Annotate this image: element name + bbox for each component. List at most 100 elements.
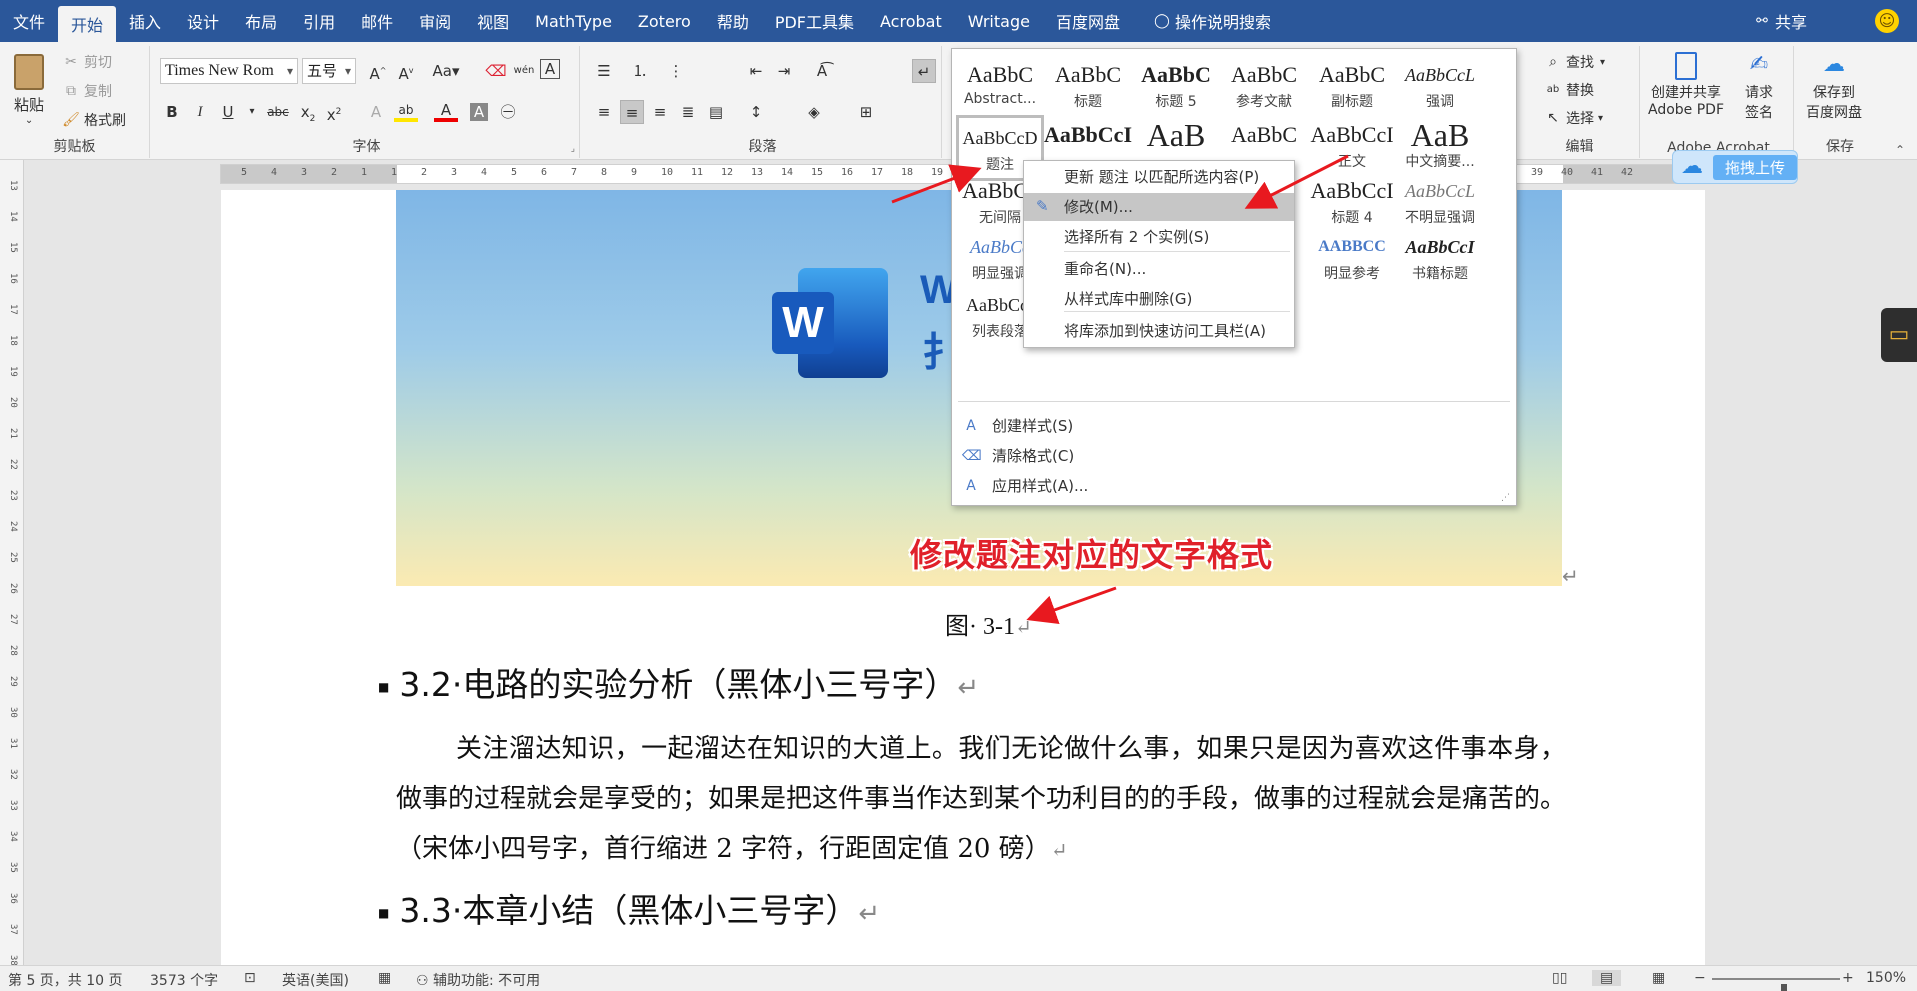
shading-icon[interactable]: ◈ — [802, 100, 826, 124]
change-case-icon[interactable]: Aa▾ — [430, 59, 462, 83]
collapse-ribbon-icon[interactable]: ⌃ — [1895, 143, 1905, 157]
copy-button[interactable]: ⧉ 复制 — [62, 81, 112, 101]
grow-font-icon[interactable]: A^ — [366, 59, 390, 83]
proofing-icon[interactable]: ⊡ — [244, 970, 256, 986]
word-count[interactable]: 3573 个字 — [150, 970, 218, 990]
find-button[interactable]: ⌕ 查找 ▾ — [1544, 52, 1605, 72]
page-count[interactable]: 第 5 页，共 10 页 — [8, 970, 123, 990]
web-layout-icon[interactable]: ▦ — [1652, 970, 1665, 986]
align-left-icon[interactable]: ≡ — [592, 100, 616, 124]
character-shading-icon[interactable]: A — [470, 103, 488, 121]
zoom-slider[interactable] — [1712, 978, 1840, 991]
resize-grip-icon[interactable]: ⋰ — [1501, 493, 1510, 503]
upload-widget[interactable]: ☁ 拖拽上传 — [1672, 150, 1798, 184]
shrink-font-icon[interactable]: Av — [394, 59, 418, 83]
menu-tab[interactable]: 视图 — [464, 0, 522, 42]
style-item[interactable]: AaBbC 副标题 — [1308, 55, 1396, 121]
menu-tab[interactable]: 百度网盘 — [1043, 0, 1133, 42]
text-effects-icon[interactable]: A — [364, 100, 388, 124]
decrease-indent-icon[interactable]: ⇤ — [744, 59, 768, 83]
menu-tab[interactable]: 开始 — [58, 6, 117, 42]
justify-icon[interactable]: ≣ — [676, 100, 700, 124]
font-color-icon[interactable]: A — [434, 100, 458, 122]
enclose-characters-icon[interactable]: ㊀ — [496, 100, 520, 124]
style-item[interactable]: AABBCC 明显参考 — [1308, 227, 1396, 293]
context-menu-item[interactable]: 修改(M)... — [1024, 193, 1294, 221]
clear-formatting-icon[interactable]: ⌫ — [484, 59, 508, 83]
font-name-combo[interactable]: Times New Rom — [160, 58, 298, 84]
show-marks-icon[interactable]: ↵ — [912, 59, 936, 83]
context-menu-item[interactable]: 从样式库中删除(G) — [1024, 285, 1294, 313]
cut-button[interactable]: ✂ 剪切 — [62, 52, 112, 72]
share-button[interactable]: ⚯ 共享 — [1753, 0, 1807, 42]
figure-caption[interactable]: 图· 3-1↵ — [945, 606, 1032, 641]
style-item[interactable]: AaBbCcL 强调 — [1396, 55, 1484, 121]
context-menu-item[interactable]: 选择所有 2 个实例(S) — [1024, 223, 1294, 251]
align-right-icon[interactable]: ≡ — [648, 100, 672, 124]
style-item[interactable]: AaBbC 标题 — [1044, 55, 1132, 121]
chevron-down-icon[interactable]: ▾ — [240, 100, 264, 124]
menu-tab[interactable]: 引用 — [290, 0, 348, 42]
bold-button[interactable]: B — [160, 100, 184, 124]
menu-tab[interactable]: Writage — [955, 0, 1043, 42]
zoom-slider-thumb[interactable] — [1780, 984, 1787, 991]
menu-tab[interactable]: 邮件 — [348, 0, 406, 42]
highlight-icon[interactable]: ab — [394, 100, 418, 122]
body-paragraph[interactable]: 关注溜达知识，一起溜达在知识的大道上。我们无论做什么事，如果只是因为喜欢这件事本… — [396, 724, 1566, 875]
dialog-launcher-icon[interactable]: ⌟ — [571, 144, 575, 154]
character-border-icon[interactable]: A — [540, 59, 560, 79]
style-item[interactable]: AaBbC 参考文献 — [1220, 55, 1308, 121]
menu-tab[interactable]: 审阅 — [406, 0, 464, 42]
select-button[interactable]: ↖ 选择 ▾ — [1544, 108, 1603, 128]
request-sign-button[interactable]: ✍ 请求 签名 — [1744, 52, 1774, 122]
smiley-feedback-icon[interactable]: ☺ — [1875, 9, 1899, 33]
line-spacing-icon[interactable]: ↕ — [744, 100, 768, 124]
style-item[interactable]: AaBbC 标题 5 — [1132, 55, 1220, 121]
numbering-icon[interactable]: ⒈ — [628, 59, 652, 83]
menu-tab[interactable]: 设计 — [174, 0, 232, 42]
context-menu-item[interactable]: 重命名(N)... — [1024, 255, 1294, 283]
macro-icon[interactable]: ▦ — [378, 970, 391, 986]
menu-tab[interactable]: 布局 — [232, 0, 290, 42]
heading-3-3[interactable]: ■ 3.3·本章小结（黑体小三号字）↵ — [378, 884, 880, 932]
italic-button[interactable]: I — [188, 100, 212, 124]
menu-tab[interactable]: 文件 — [0, 0, 58, 42]
zoom-in-button[interactable]: + — [1842, 970, 1854, 986]
format-painter-button[interactable]: 🖌 格式刷 — [62, 110, 126, 130]
style-item[interactable]: AaBbC Abstract... — [956, 55, 1044, 121]
read-mode-icon[interactable]: ▯▯ — [1552, 970, 1567, 986]
accessibility-status[interactable]: ⚇ 辅助功能: 不可用 — [416, 970, 540, 990]
menu-tab[interactable]: Zotero — [625, 0, 704, 42]
print-layout-icon[interactable]: ▤ — [1592, 970, 1622, 986]
phonetic-guide-icon[interactable]: wén — [512, 59, 536, 83]
side-panel-tab[interactable]: ▭ — [1881, 308, 1917, 362]
gallery-command[interactable]: A 创建样式(S) — [962, 415, 1073, 436]
gallery-command[interactable]: A 应用样式(A)... — [962, 475, 1088, 496]
font-size-combo[interactable]: 五号 — [302, 58, 356, 84]
menu-tab[interactable]: MathType — [522, 0, 625, 42]
tell-me-search[interactable]: ◯ 操作说明搜索 — [1153, 9, 1271, 33]
chinese-layout-icon[interactable]: A͡ — [810, 59, 834, 83]
underline-button[interactable]: U — [216, 100, 240, 124]
paste-button[interactable]: 粘贴 ⌄ — [14, 54, 44, 126]
context-menu-item[interactable]: 更新 题注 以匹配所选内容(P) — [1024, 163, 1294, 191]
subscript-icon[interactable]: x2 — [296, 100, 320, 124]
save-to-baidu-button[interactable]: ☁ 保存到 百度网盘 — [1806, 52, 1862, 122]
menu-tab[interactable]: PDF工具集 — [762, 0, 867, 42]
align-center-icon[interactable]: ≡ — [620, 100, 644, 124]
bullets-icon[interactable]: ☰ — [592, 59, 616, 83]
heading-3-2[interactable]: ■ 3.2·电路的实验分析（黑体小三号字）↵ — [378, 658, 979, 706]
increase-indent-icon[interactable]: ⇥ — [772, 59, 796, 83]
multilevel-list-icon[interactable]: ⋮ — [664, 59, 688, 83]
borders-icon[interactable]: ⊞ — [854, 100, 878, 124]
zoom-level[interactable]: 150% — [1866, 970, 1906, 986]
create-share-pdf-button[interactable]: 创建并共享 Adobe PDF — [1648, 52, 1724, 118]
distributed-icon[interactable]: ▤ — [704, 100, 728, 124]
gallery-command[interactable]: ⌫ 清除格式(C) — [962, 445, 1074, 466]
zoom-out-button[interactable]: − — [1694, 970, 1706, 986]
style-item[interactable]: AaBbCcI 书籍标题 — [1396, 227, 1484, 293]
replace-button[interactable]: ab 替换 — [1544, 80, 1594, 100]
language[interactable]: 英语(美国) — [282, 970, 349, 990]
context-menu-item[interactable]: 将库添加到快速访问工具栏(A) — [1024, 317, 1294, 345]
superscript-icon[interactable]: x2 — [322, 100, 346, 124]
